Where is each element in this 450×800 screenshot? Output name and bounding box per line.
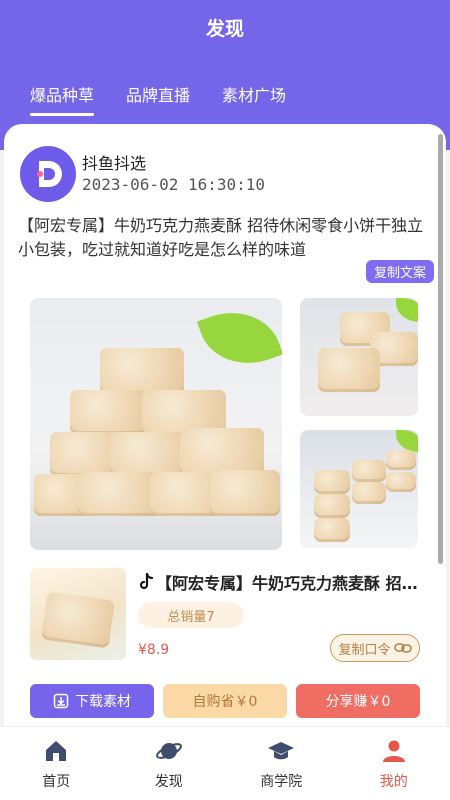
author-name: 抖鱼抖选 <box>82 154 147 173</box>
person-icon <box>382 740 405 762</box>
oat-cube <box>70 390 148 434</box>
tab-bar: 爆品种草 品牌直播 素材广场 <box>30 82 286 116</box>
sales-badge: 总销量7 <box>138 602 244 628</box>
oat-cube <box>110 432 190 476</box>
nav-item-home[interactable]: 首页 <box>0 727 113 800</box>
nav-item-discover[interactable]: 发现 <box>113 727 226 800</box>
tab-material-square[interactable]: 素材广场 <box>222 82 286 114</box>
nav-label-mine: 我的 <box>379 774 408 790</box>
oat-cube <box>314 518 350 542</box>
leaf-decoration <box>196 298 282 379</box>
copy-code-label: 复制口令 <box>338 642 391 658</box>
tab-hot-products[interactable]: 爆品种草 <box>30 82 95 116</box>
oat-cube <box>314 470 350 494</box>
download-label: 下载素材 <box>75 694 131 710</box>
avatar[interactable] <box>20 146 76 202</box>
leaf-decoration <box>396 430 418 452</box>
bottom-nav: 首页 发现 商学院 我的 <box>0 726 450 800</box>
scrollbar[interactable] <box>438 134 443 564</box>
product-image-2[interactable] <box>300 298 418 416</box>
tiktok-icon <box>139 573 154 590</box>
oat-cube <box>352 482 386 504</box>
product-thumbnail[interactable] <box>30 568 126 660</box>
product-price: ¥8.9 <box>138 642 170 658</box>
copy-text-button[interactable]: 复制文案 <box>365 260 434 283</box>
product-title-text: 【阿宏专属】牛奶巧克力燕麦酥 招待休闲零食小饼干 <box>156 574 428 593</box>
tab-brand-live[interactable]: 品牌直播 <box>126 82 190 114</box>
product-image-3[interactable] <box>300 430 418 548</box>
douyu-logo-icon <box>37 161 62 187</box>
copy-code-button[interactable]: 复制口令 <box>330 634 420 662</box>
post-description: 【阿宏专属】牛奶巧克力燕麦酥 招待休闲零食小饼干独立小包装，吃过就知道好吃是怎么… <box>18 216 424 259</box>
oat-cube <box>40 591 116 649</box>
nav-label-academy: 商学院 <box>260 774 303 790</box>
download-material-button[interactable]: 下载素材 <box>30 684 154 718</box>
post-card: 抖鱼抖选 2023-06-02 16:30:10 【阿宏专属】牛奶巧克力燕麦酥 … <box>4 124 446 744</box>
oat-cube <box>386 472 416 492</box>
home-icon <box>46 741 67 761</box>
nav-label-discover: 发现 <box>154 774 183 790</box>
planet-icon <box>155 743 182 759</box>
oat-cube <box>210 470 280 516</box>
nav-item-mine[interactable]: 我的 <box>338 727 450 800</box>
oat-cube <box>352 460 386 482</box>
oat-cube <box>314 494 350 518</box>
oat-cube <box>386 450 416 470</box>
product-title[interactable]: 【阿宏专属】牛奶巧克力燕麦酥 招待休闲零食小饼干 <box>138 570 428 594</box>
oat-cube <box>318 348 380 392</box>
download-icon <box>53 693 69 709</box>
page-title: 发现 <box>205 18 244 40</box>
oat-cube <box>180 428 264 476</box>
self-buy-button[interactable]: 自购省￥0 <box>163 684 287 718</box>
graduation-cap-icon <box>268 742 295 760</box>
product-image-main[interactable] <box>30 298 282 550</box>
leaf-decoration <box>396 298 418 322</box>
share-earn-button[interactable]: 分享赚￥0 <box>296 684 420 718</box>
nav-label-home: 首页 <box>42 774 71 790</box>
post-time: 2023-06-02 16:30:10 <box>82 175 266 194</box>
oat-cube <box>100 348 184 394</box>
nav-item-academy[interactable]: 商学院 <box>225 727 338 800</box>
link-icon <box>393 643 412 653</box>
